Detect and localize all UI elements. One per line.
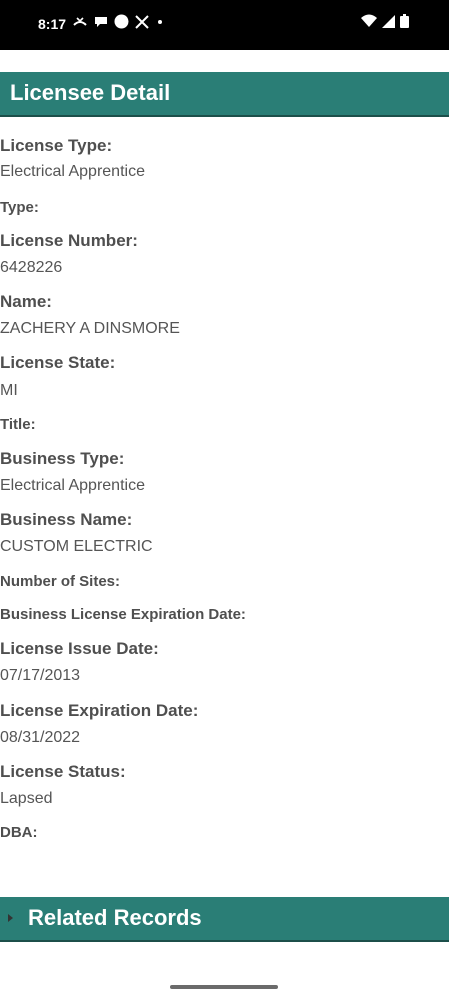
business-name-label: Business Name: [0, 510, 133, 529]
dot-icon [158, 19, 162, 24]
missed-call-icon [73, 16, 87, 26]
dba-label: DBA: [0, 824, 38, 841]
page-title: Licensee Detail [10, 80, 171, 105]
chat-bubble-icon [95, 16, 107, 27]
license-state-value: MI [0, 382, 18, 399]
license-expiration-date-label: License Expiration Date: [0, 701, 199, 720]
status-time: 8:17 [38, 16, 67, 32]
license-status-value: Lapsed [0, 790, 53, 807]
home-indicator[interactable] [170, 985, 278, 989]
system-icons [361, 14, 409, 28]
license-expiration-date-value: 08/31/2022 [0, 729, 81, 746]
related-records-title: Related Records [28, 905, 202, 930]
license-number-label: License Number: [0, 231, 138, 250]
license-issue-date-label: License Issue Date: [0, 639, 159, 658]
number-of-sites-label: Number of Sites: [0, 573, 121, 590]
business-type-label: Business Type: [0, 449, 125, 468]
license-type-value: Electrical Apprentice [0, 163, 145, 180]
type-label: Type: [0, 199, 39, 216]
license-type-label: License Type: [0, 136, 113, 155]
cell-signal-icon [382, 14, 395, 28]
related-records-toggle[interactable]: Related Records [0, 897, 449, 942]
notification-icons [72, 14, 165, 29]
battery-icon [400, 14, 409, 28]
circle-icon [114, 14, 129, 29]
expand-arrow-icon [8, 914, 13, 922]
license-status-label: License Status: [0, 762, 126, 781]
name-label: Name: [0, 292, 52, 311]
licensee-detail-header: Licensee Detail [0, 72, 449, 117]
business-name-value: CUSTOM ELECTRIC [0, 538, 153, 555]
name-value: ZACHERY A DINSMORE [0, 320, 180, 337]
business-license-expiration-label: Business License Expiration Date: [0, 606, 246, 623]
title-label: Title: [0, 416, 36, 433]
license-state-label: License State: [0, 353, 116, 372]
business-type-value: Electrical Apprentice [0, 477, 145, 494]
license-issue-date-value: 07/17/2013 [0, 667, 81, 684]
license-number-value: 6428226 [0, 259, 63, 276]
status-bar: 8:17 [0, 0, 449, 50]
wifi-icon [361, 14, 377, 27]
x-app-icon [135, 14, 149, 29]
